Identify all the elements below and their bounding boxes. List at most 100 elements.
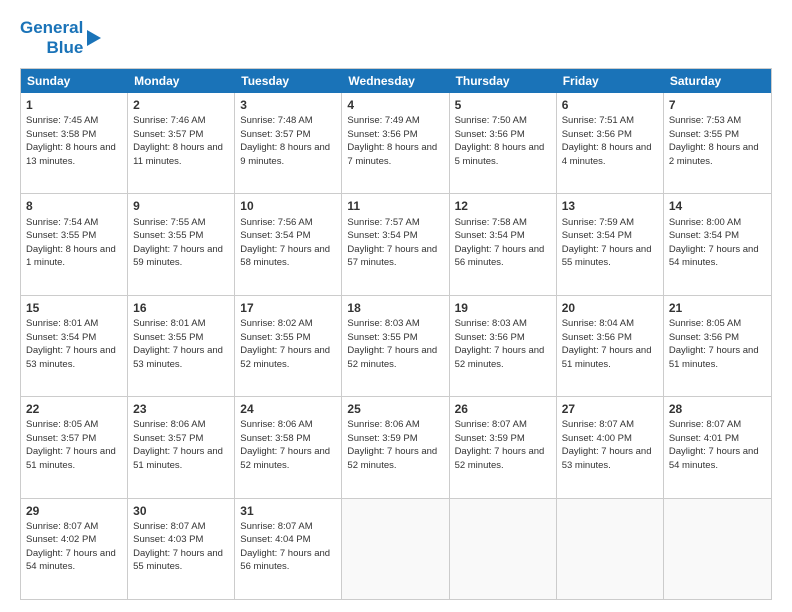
day-number: 30 [133, 503, 229, 519]
day-number: 16 [133, 300, 229, 316]
calendar-day-cell: 23 Sunrise: 8:06 AMSunset: 3:57 PMDayligh… [128, 397, 235, 497]
day-details: Sunrise: 7:54 AMSunset: 3:55 PMDaylight:… [26, 217, 116, 269]
calendar-day-cell: 16 Sunrise: 8:01 AMSunset: 3:55 PMDayligh… [128, 296, 235, 396]
calendar: SundayMondayTuesdayWednesdayThursdayFrid… [20, 68, 772, 600]
day-number: 7 [669, 97, 766, 113]
logo-line2: Blue [46, 38, 83, 58]
header-day: Wednesday [342, 69, 449, 93]
day-details: Sunrise: 8:02 AMSunset: 3:55 PMDaylight:… [240, 318, 330, 370]
day-number: 6 [562, 97, 658, 113]
day-number: 14 [669, 198, 766, 214]
calendar-week-row: 1 Sunrise: 7:45 AMSunset: 3:58 PMDaylight… [21, 93, 771, 193]
day-details: Sunrise: 7:57 AMSunset: 3:54 PMDaylight:… [347, 217, 437, 269]
calendar-day-cell: 27Sunrise: 8:07 AMSunset: 4:00 PMDayligh… [557, 397, 664, 497]
calendar-day-cell: 14 Sunrise: 8:00 AMSunset: 3:54 PMDayligh… [664, 194, 771, 294]
calendar-day-cell: 15 Sunrise: 8:01 AMSunset: 3:54 PMDayligh… [21, 296, 128, 396]
calendar-empty-cell [664, 499, 771, 599]
day-number: 15 [26, 300, 122, 316]
page: General Blue SundayMondayTuesdayWednesda… [0, 0, 792, 612]
day-details: Sunrise: 8:07 AMSunset: 3:59 PMDaylight:… [455, 419, 545, 471]
header-day: Monday [128, 69, 235, 93]
day-details: Sunrise: 8:01 AMSunset: 3:54 PMDaylight:… [26, 318, 116, 370]
calendar-day-cell: 9 Sunrise: 7:55 AMSunset: 3:55 PMDaylight… [128, 194, 235, 294]
day-number: 26 [455, 401, 551, 417]
calendar-day-cell: 28Sunrise: 8:07 AMSunset: 4:01 PMDayligh… [664, 397, 771, 497]
calendar-day-cell: 20 Sunrise: 8:04 AMSunset: 3:56 PMDayligh… [557, 296, 664, 396]
day-details: Sunrise: 7:58 AMSunset: 3:54 PMDaylight:… [455, 217, 545, 269]
calendar-day-cell: 12 Sunrise: 7:58 AMSunset: 3:54 PMDayligh… [450, 194, 557, 294]
calendar-empty-cell [342, 499, 449, 599]
day-details: Sunrise: 7:49 AMSunset: 3:56 PMDaylight:… [347, 115, 437, 167]
day-number: 23 [133, 401, 229, 417]
day-details: Sunrise: 8:03 AMSunset: 3:56 PMDaylight:… [455, 318, 545, 370]
calendar-day-cell: 3Sunrise: 7:48 AMSunset: 3:57 PMDaylight… [235, 93, 342, 193]
day-number: 4 [347, 97, 443, 113]
day-details: Sunrise: 8:03 AMSunset: 3:55 PMDaylight:… [347, 318, 437, 370]
header-day: Saturday [664, 69, 771, 93]
day-details: Sunrise: 8:01 AMSunset: 3:55 PMDaylight:… [133, 318, 223, 370]
day-details: Sunrise: 8:05 AMSunset: 3:56 PMDaylight:… [669, 318, 759, 370]
day-number: 3 [240, 97, 336, 113]
day-details: Sunrise: 7:59 AMSunset: 3:54 PMDaylight:… [562, 217, 652, 269]
day-number: 5 [455, 97, 551, 113]
day-number: 24 [240, 401, 336, 417]
day-number: 12 [455, 198, 551, 214]
logo: General Blue [20, 18, 101, 58]
header-day: Thursday [450, 69, 557, 93]
day-number: 20 [562, 300, 658, 316]
day-details: Sunrise: 8:00 AMSunset: 3:54 PMDaylight:… [669, 217, 759, 269]
calendar-day-cell: 24 Sunrise: 8:06 AMSunset: 3:58 PMDayligh… [235, 397, 342, 497]
day-number: 21 [669, 300, 766, 316]
day-number: 19 [455, 300, 551, 316]
logo-line1: General [20, 18, 83, 38]
calendar-week-row: 29 Sunrise: 8:07 AMSunset: 4:02 PMDayligh… [21, 498, 771, 599]
header-day: Friday [557, 69, 664, 93]
calendar-day-cell: 25Sunrise: 8:06 AMSunset: 3:59 PMDayligh… [342, 397, 449, 497]
day-details: Sunrise: 8:05 AMSunset: 3:57 PMDaylight:… [26, 419, 116, 471]
calendar-day-cell: 11 Sunrise: 7:57 AMSunset: 3:54 PMDayligh… [342, 194, 449, 294]
day-details: Sunrise: 7:46 AMSunset: 3:57 PMDaylight:… [133, 115, 223, 167]
calendar-day-cell: 18 Sunrise: 8:03 AMSunset: 3:55 PMDayligh… [342, 296, 449, 396]
day-number: 1 [26, 97, 122, 113]
calendar-week-row: 22 Sunrise: 8:05 AMSunset: 3:57 PMDayligh… [21, 396, 771, 497]
day-number: 9 [133, 198, 229, 214]
day-number: 11 [347, 198, 443, 214]
day-number: 22 [26, 401, 122, 417]
calendar-day-cell: 22 Sunrise: 8:05 AMSunset: 3:57 PMDayligh… [21, 397, 128, 497]
calendar-body: 1 Sunrise: 7:45 AMSunset: 3:58 PMDaylight… [21, 93, 771, 599]
day-details: Sunrise: 8:07 AMSunset: 4:04 PMDaylight:… [240, 521, 330, 573]
calendar-week-row: 15 Sunrise: 8:01 AMSunset: 3:54 PMDayligh… [21, 295, 771, 396]
day-details: Sunrise: 7:55 AMSunset: 3:55 PMDaylight:… [133, 217, 223, 269]
day-number: 27 [562, 401, 658, 417]
day-number: 2 [133, 97, 229, 113]
calendar-day-cell: 5Sunrise: 7:50 AMSunset: 3:56 PMDaylight… [450, 93, 557, 193]
day-details: Sunrise: 8:07 AMSunset: 4:02 PMDaylight:… [26, 521, 116, 573]
calendar-day-cell: 2 Sunrise: 7:46 AMSunset: 3:57 PMDaylight… [128, 93, 235, 193]
day-details: Sunrise: 8:06 AMSunset: 3:58 PMDaylight:… [240, 419, 330, 471]
calendar-day-cell: 13 Sunrise: 7:59 AMSunset: 3:54 PMDayligh… [557, 194, 664, 294]
header-day: Sunday [21, 69, 128, 93]
day-number: 31 [240, 503, 336, 519]
day-details: Sunrise: 7:45 AMSunset: 3:58 PMDaylight:… [26, 115, 116, 167]
day-details: Sunrise: 8:04 AMSunset: 3:56 PMDaylight:… [562, 318, 652, 370]
calendar-day-cell: 8 Sunrise: 7:54 AMSunset: 3:55 PMDaylight… [21, 194, 128, 294]
day-number: 13 [562, 198, 658, 214]
calendar-day-cell: 31 Sunrise: 8:07 AMSunset: 4:04 PMDayligh… [235, 499, 342, 599]
calendar-day-cell: 4 Sunrise: 7:49 AMSunset: 3:56 PMDaylight… [342, 93, 449, 193]
day-details: Sunrise: 8:06 AMSunset: 3:57 PMDaylight:… [133, 419, 223, 471]
day-details: Sunrise: 8:06 AMSunset: 3:59 PMDaylight:… [347, 419, 437, 471]
header: General Blue [20, 18, 772, 58]
calendar-header: SundayMondayTuesdayWednesdayThursdayFrid… [21, 69, 771, 93]
calendar-day-cell: 26 Sunrise: 8:07 AMSunset: 3:59 PMDayligh… [450, 397, 557, 497]
calendar-day-cell: 21 Sunrise: 8:05 AMSunset: 3:56 PMDayligh… [664, 296, 771, 396]
day-number: 28 [669, 401, 766, 417]
day-number: 10 [240, 198, 336, 214]
day-number: 8 [26, 198, 122, 214]
calendar-day-cell: 29 Sunrise: 8:07 AMSunset: 4:02 PMDayligh… [21, 499, 128, 599]
day-details: Sunrise: 8:07 AMSunset: 4:03 PMDaylight:… [133, 521, 223, 573]
day-number: 29 [26, 503, 122, 519]
calendar-day-cell: 1 Sunrise: 7:45 AMSunset: 3:58 PMDaylight… [21, 93, 128, 193]
day-details: Sunrise: 7:56 AMSunset: 3:54 PMDaylight:… [240, 217, 330, 269]
day-number: 18 [347, 300, 443, 316]
calendar-day-cell: 10 Sunrise: 7:56 AMSunset: 3:54 PMDayligh… [235, 194, 342, 294]
